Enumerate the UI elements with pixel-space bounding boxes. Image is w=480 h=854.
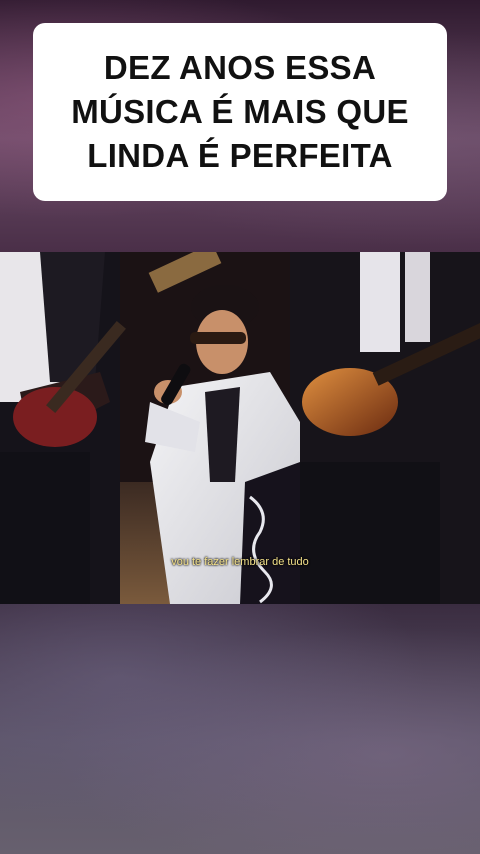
- video-subtitle: vou te fazer lembrar de tudo: [171, 556, 309, 568]
- right-bassist: [290, 252, 480, 604]
- video-player[interactable]: [0, 252, 480, 604]
- caption-line-2: MÚSICA É MAIS QUE: [71, 93, 409, 130]
- caption-line-3: LINDA É PERFEITA: [87, 137, 393, 174]
- caption-text: DEZ ANOS ESSA MÚSICA É MAIS QUE LINDA É …: [71, 46, 409, 178]
- video-frame: [0, 252, 480, 604]
- blurred-background-bottom: [0, 604, 480, 854]
- caption-overlay: DEZ ANOS ESSA MÚSICA É MAIS QUE LINDA É …: [33, 23, 447, 201]
- caption-line-1: DEZ ANOS ESSA: [103, 49, 377, 86]
